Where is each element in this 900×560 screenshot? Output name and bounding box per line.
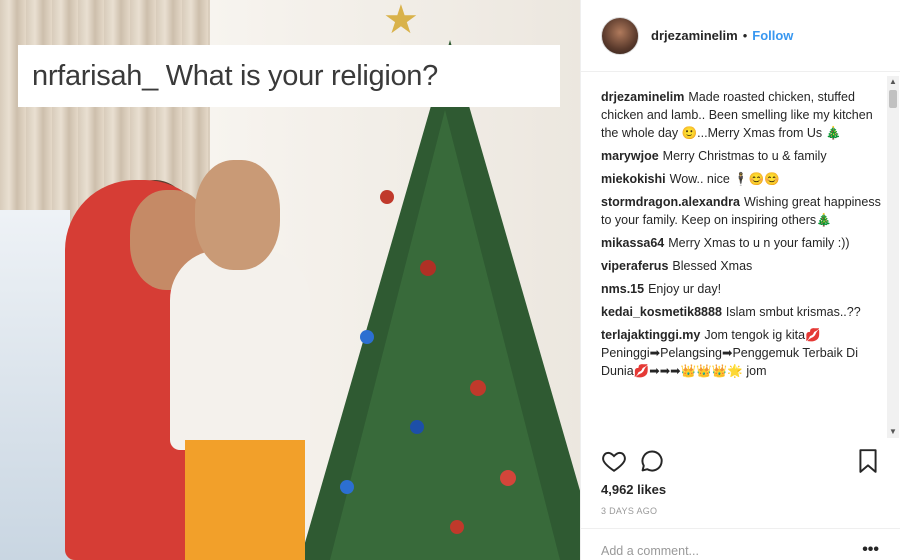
comment-item: marywjoe Merry Christmas to u & family [601,147,886,165]
post-actions [601,448,881,476]
comments-scrollbar[interactable]: ▲ ▼ [887,76,899,438]
comment-item: viperaferus Blessed Xmas [601,257,886,275]
scroll-thumb[interactable] [889,90,897,108]
ornament [500,470,516,486]
post-timestamp: 3 DAYS AGO [601,506,658,516]
post-photo: ★ nrfarisah_ What is your religion? [0,0,580,560]
likes-count[interactable]: 4,962 likes [601,482,666,497]
scroll-up-icon[interactable]: ▲ [887,76,899,88]
comment-text: Merry Xmas to u n your family :)) [668,236,850,250]
comment-user[interactable]: terlajaktinggi.my [601,328,700,342]
add-comment-bar: Add a comment... ••• [581,528,900,560]
comment-item: kedai_kosmetik8888 Islam smbut krismas..?… [601,303,886,321]
ornament [340,480,354,494]
post-header: drjezaminelim • Follow [581,0,900,72]
tree-star-icon: ★ [383,0,419,42]
post-sidebar: drjezaminelim • Follow drjezaminelim Made… [580,0,900,560]
comment-text: Wow.. nice 🕴😊😊 [669,172,781,186]
comment-user[interactable]: kedai_kosmetik8888 [601,305,722,319]
caption-overlay: nrfarisah_ What is your religion? [18,45,560,107]
comment-user[interactable]: stormdragon.alexandra [601,195,740,209]
comment-item: drjezaminelim Made roasted chicken, stuff… [601,88,886,142]
man-pants [185,440,305,560]
comment-text: Islam smbut krismas..?? [725,305,861,319]
ornament [360,330,374,344]
comment-text: Merry Christmas to u & family [662,149,827,163]
ornament [380,190,394,204]
comment-text: Enjoy ur day! [648,282,722,296]
separator-dot: • [742,28,748,43]
ornament [410,420,424,434]
avatar[interactable] [601,16,639,55]
post-username[interactable]: drjezaminelim [651,28,738,43]
comment-item: terlajaktinggi.my Jom tengok ig kita💋 Pen… [601,326,886,380]
comment-icon[interactable] [639,448,665,474]
comment-user[interactable]: mikassa64 [601,236,664,250]
comment-item: stormdragon.alexandra Wishing great happi… [601,193,886,229]
more-options-icon[interactable]: ••• [862,541,879,559]
scroll-down-icon[interactable]: ▼ [887,426,899,438]
comment-item: miekokishi Wow.. nice 🕴😊😊 [601,170,886,188]
man-face [195,160,280,270]
heart-icon[interactable] [601,448,627,474]
comment-item: nms.15 Enjoy ur day! [601,280,886,298]
comments-list: drjezaminelim Made roasted chicken, stuff… [581,80,886,440]
comment-user[interactable]: marywjoe [601,149,659,163]
bookmark-icon[interactable] [857,448,879,474]
comment-user[interactable]: nms.15 [601,282,644,296]
comment-user[interactable]: miekokishi [601,172,666,186]
add-comment-input[interactable]: Add a comment... [601,544,699,558]
man-figure [170,250,310,450]
comment-item: mikassa64 Merry Xmas to u n your family :… [601,234,886,252]
ornament [420,260,436,276]
ornament [470,380,486,396]
window [0,210,70,560]
comment-user[interactable]: drjezaminelim [601,90,684,104]
follow-button[interactable]: Follow [752,28,793,43]
comment-user[interactable]: viperaferus [601,259,668,273]
ornament [450,520,464,534]
comment-text: Blessed Xmas [672,259,753,273]
